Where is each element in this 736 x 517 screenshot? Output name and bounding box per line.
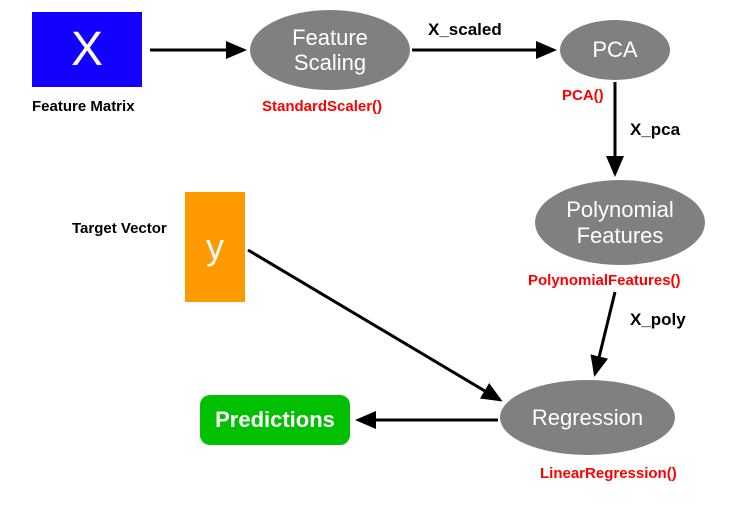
code-pca: PCA()	[562, 87, 604, 104]
edge-label-x-pca: X_pca	[630, 120, 680, 140]
node-pca-text: PCA	[592, 37, 637, 62]
node-feature-matrix: X	[32, 12, 142, 87]
code-standard-scaler: StandardScaler()	[262, 98, 382, 115]
code-polynomial-features: PolynomialFeatures()	[528, 272, 681, 289]
edge-label-x-scaled: X_scaled	[428, 20, 502, 40]
node-predictions-text: Predictions	[215, 407, 335, 433]
node-feature-scaling-text: Feature Scaling	[292, 25, 368, 76]
node-polynomial-features: Polynomial Features	[535, 180, 705, 265]
node-polynomial-features-text: Polynomial Features	[566, 197, 674, 248]
caption-target-vector: Target Vector	[72, 220, 167, 237]
node-target-vector-text: y	[206, 226, 224, 268]
node-regression-text: Regression	[532, 405, 643, 430]
node-target-vector: y	[185, 192, 245, 302]
node-pca: PCA	[560, 20, 670, 80]
node-regression: Regression	[500, 380, 675, 455]
node-feature-matrix-text: X	[71, 22, 103, 77]
node-feature-scaling: Feature Scaling	[250, 10, 410, 90]
code-linear-regression: LinearRegression()	[540, 465, 677, 482]
edge-label-x-poly: X_poly	[630, 310, 686, 330]
arrow-y-to-regression	[248, 250, 500, 400]
arrow-poly-to-regression	[595, 292, 615, 374]
caption-feature-matrix: Feature Matrix	[32, 98, 135, 115]
node-predictions: Predictions	[200, 395, 350, 445]
